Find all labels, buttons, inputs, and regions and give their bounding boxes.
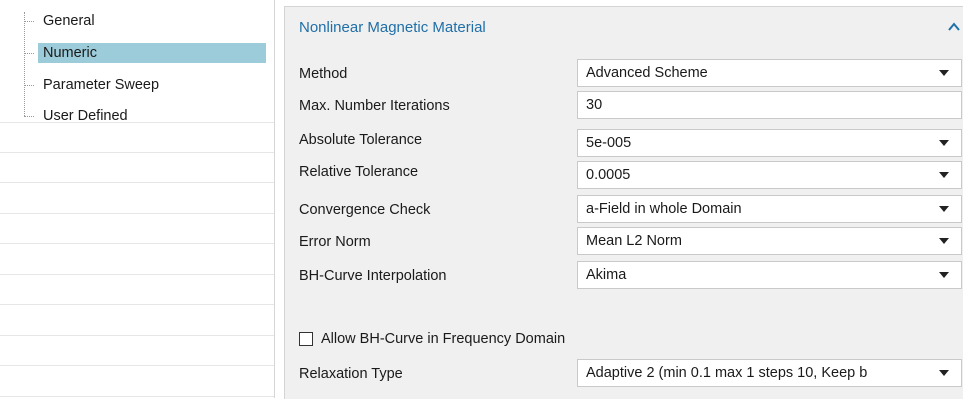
chevron-down-icon (939, 172, 949, 178)
method-value: Advanced Scheme (586, 65, 708, 81)
chevron-down-icon (939, 370, 949, 376)
relaxation-type-dropdown[interactable]: Adaptive 2 (min 0.1 max 1 steps 10, Keep… (577, 359, 962, 387)
absolute-tolerance-label: Absolute Tolerance (299, 132, 423, 148)
error-norm-row: Error Norm Mean L2 Norm (285, 227, 963, 257)
max-iterations-row: Max. Number Iterations 30 (285, 91, 963, 121)
absolute-tolerance-value: 5e-005 (586, 135, 632, 151)
allow-bh-curve-checkbox-row[interactable]: Allow BH-Curve in Frequency Domain (299, 331, 565, 347)
bh-curve-interpolation-value: Akima (586, 267, 627, 283)
error-norm-value: Mean L2 Norm (586, 233, 682, 249)
method-label: Method (299, 66, 348, 82)
section-title: Nonlinear Magnetic Material (299, 19, 486, 36)
relative-tolerance-label: Relative Tolerance (299, 164, 419, 180)
error-norm-label: Error Norm (299, 234, 371, 250)
absolute-tolerance-dropdown[interactable]: 5e-005 (577, 129, 962, 157)
chevron-up-icon[interactable] (948, 21, 960, 33)
navigation-tree: General Numeric Parameter Sweep User Def… (0, 0, 275, 398)
relaxation-type-label: Relaxation Type (299, 366, 403, 382)
max-iterations-value: 30 (586, 97, 603, 113)
relative-tolerance-dropdown[interactable]: 0.0005 (577, 161, 962, 189)
chevron-down-icon (939, 238, 949, 244)
error-norm-dropdown[interactable]: Mean L2 Norm (577, 227, 962, 255)
chevron-down-icon (939, 272, 949, 278)
bh-curve-interpolation-label: BH-Curve Interpolation (299, 268, 447, 284)
bh-curve-interpolation-dropdown[interactable]: Akima (577, 261, 962, 289)
tree-item-label: Numeric (38, 42, 266, 63)
properties-panel: Nonlinear Magnetic Material Method Advan… (284, 6, 963, 399)
allow-bh-curve-label: Allow BH-Curve in Frequency Domain (321, 331, 566, 347)
method-row: Method Advanced Scheme (285, 59, 963, 89)
tree-item-label: User Defined (43, 107, 128, 124)
max-iterations-input[interactable]: 30 (577, 91, 962, 119)
absolute-tolerance-row: Absolute Tolerance 5e-005 (285, 125, 963, 157)
tree-item-parameter-sweep[interactable]: Parameter Sweep (0, 69, 274, 100)
tree-item-general[interactable]: General (0, 5, 274, 36)
chevron-down-icon (939, 206, 949, 212)
relaxation-type-row: Relaxation Type Adaptive 2 (min 0.1 max … (285, 359, 963, 389)
chevron-down-icon (939, 140, 949, 146)
relative-tolerance-value: 0.0005 (586, 167, 631, 183)
convergence-check-dropdown[interactable]: a-Field in whole Domain (577, 195, 962, 223)
tree-item-numeric[interactable]: Numeric (0, 37, 274, 68)
chevron-down-icon (939, 70, 949, 76)
tree-item-label: Parameter Sweep (43, 76, 160, 93)
max-iterations-label: Max. Number Iterations (299, 98, 450, 114)
tree-item-label: General (43, 12, 95, 29)
convergence-check-row: Convergence Check a-Field in whole Domai… (285, 195, 963, 225)
bh-curve-interpolation-row: BH-Curve Interpolation Akima (285, 261, 963, 291)
relative-tolerance-row: Relative Tolerance 0.0005 (285, 157, 963, 189)
convergence-check-label: Convergence Check (299, 202, 431, 218)
method-dropdown[interactable]: Advanced Scheme (577, 59, 962, 87)
convergence-check-value: a-Field in whole Domain (586, 201, 742, 217)
tree-item-user-defined[interactable]: User Defined (0, 100, 274, 131)
allow-bh-curve-checkbox[interactable] (299, 332, 313, 346)
relaxation-type-value: Adaptive 2 (min 0.1 max 1 steps 10, Keep… (586, 365, 868, 381)
